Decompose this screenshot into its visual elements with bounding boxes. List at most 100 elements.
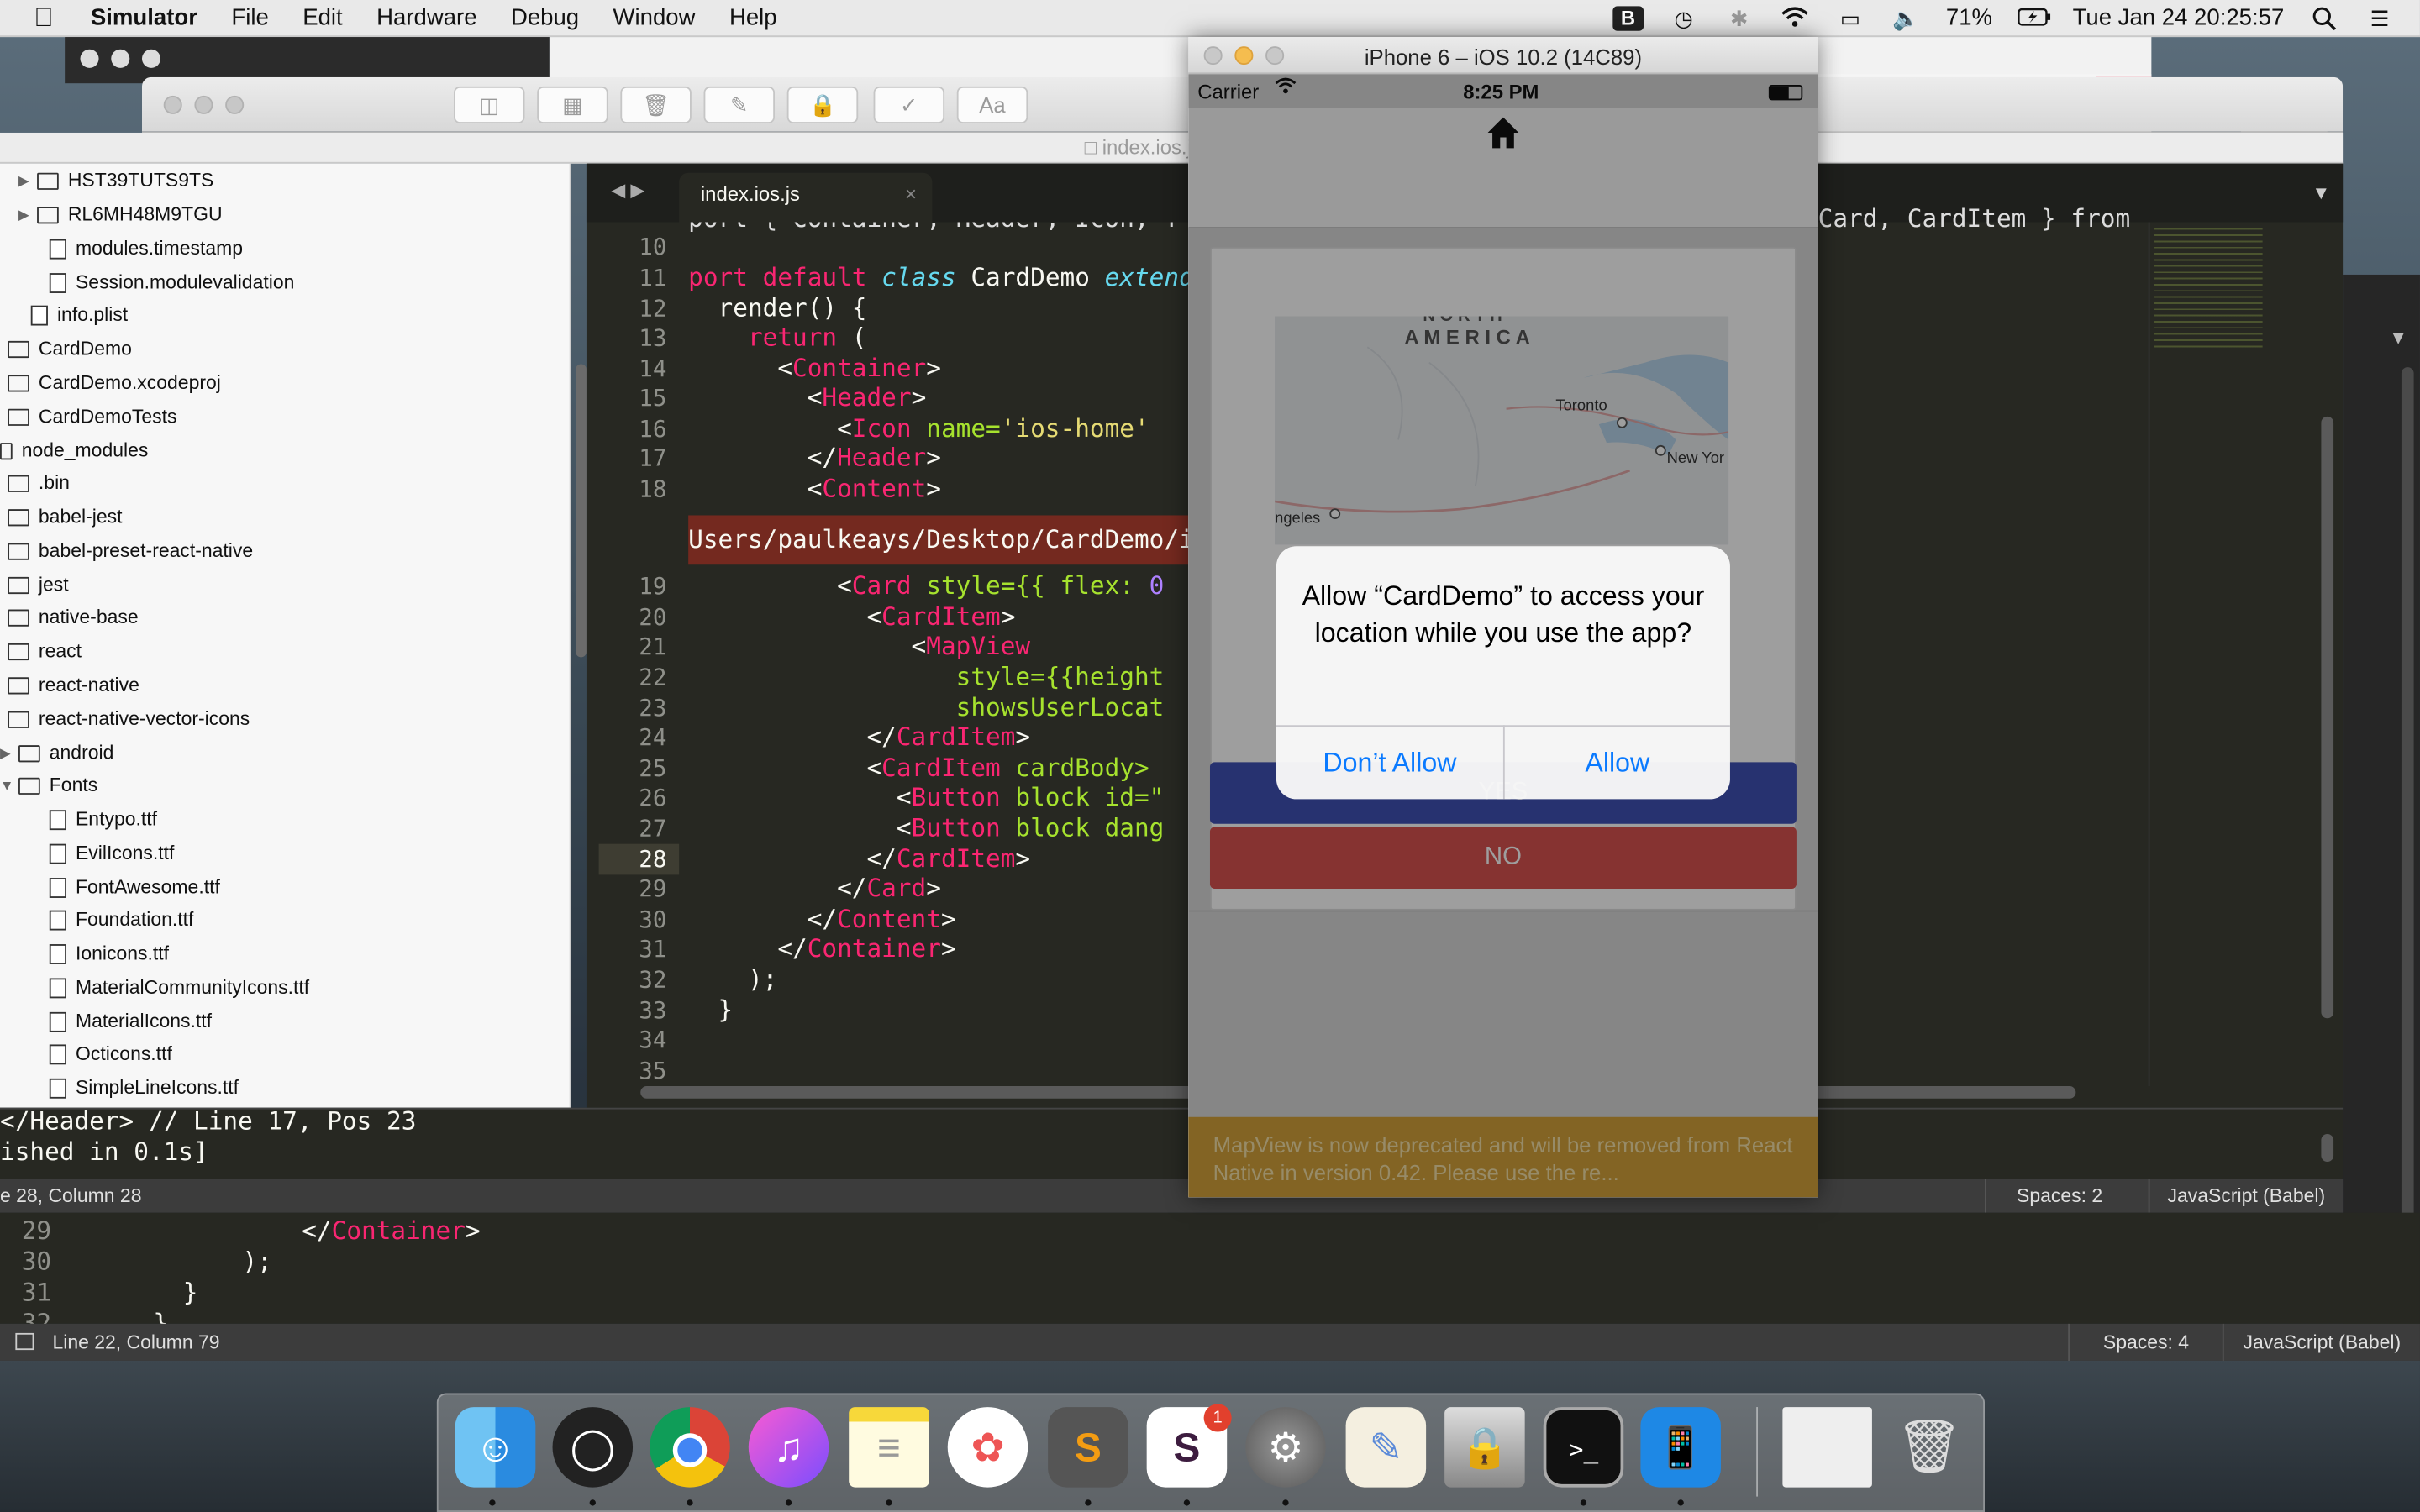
bbedit-icon[interactable]: B (1612, 5, 1644, 30)
sidebar-scrollbar[interactable] (576, 364, 587, 658)
sidebar-item[interactable]: Entypo.ttf (49, 804, 157, 835)
bluetooth-icon[interactable]: ✱ (1723, 5, 1754, 29)
menu-debug[interactable]: Debug (511, 5, 579, 31)
itunes-icon[interactable]: ♫ (748, 1407, 829, 1488)
notes-icon[interactable]: ≡ (849, 1407, 929, 1488)
close-window-button[interactable] (163, 95, 182, 114)
sidebar-item-label: native-base (38, 606, 139, 628)
sidebar-item[interactable]: native-base (8, 601, 139, 633)
sidebar-item[interactable]: FontAwesome.ttf (49, 872, 220, 903)
menu-help[interactable]: Help (729, 5, 777, 31)
zoom-window-button[interactable] (1265, 46, 1285, 66)
tab-nav-arrows-icon[interactable]: ◀ ▶ (611, 179, 644, 201)
sidebar-item[interactable]: ▶ HST39TUTS9TS (18, 165, 213, 197)
panel-toggle-icon[interactable] (15, 1332, 34, 1351)
dont-allow-button[interactable]: Don’t Allow (1276, 727, 1503, 799)
sidebar-item[interactable]: react-native-vector-icons (8, 704, 250, 735)
indentation-setting[interactable]: Spaces: 4 (2068, 1323, 2223, 1361)
sidebar-item[interactable]: ▶ android (0, 738, 113, 769)
editor-vertical-scrollbar[interactable] (2321, 416, 2334, 1019)
terminal-icon[interactable]: >_ (1543, 1407, 1624, 1488)
battery-charging-icon[interactable] (2017, 5, 2050, 29)
sidebar-item[interactable]: .bin (8, 468, 70, 499)
sidebar-item[interactable]: babel-jest (8, 501, 122, 533)
close-window-button[interactable] (1203, 46, 1223, 66)
finder-icon[interactable]: ☺ (455, 1407, 536, 1488)
console-scrollbar[interactable] (2321, 1133, 2334, 1163)
indentation-setting[interactable]: Spaces: 2 (1984, 1179, 2133, 1213)
lock-icon[interactable]: 🔒 (786, 86, 859, 123)
notification-center-icon[interactable]: ☰ (2365, 5, 2396, 29)
sidebar-item[interactable]: Octicons.ttf (49, 1038, 172, 1069)
running-indicator (489, 1499, 496, 1506)
xcode-simulator-icon[interactable]: 📱 (1640, 1407, 1721, 1488)
dropdown-icon[interactable]: ▼ (2389, 327, 2407, 349)
sidebar-item[interactable]: react (8, 636, 82, 667)
sidebar-item[interactable]: Ionicons.ttf (49, 938, 169, 969)
sidebar-item[interactable]: react-native (8, 669, 139, 701)
sidebar-item[interactable]: Session.modulevalidation (49, 267, 294, 298)
disclosure-arrow-icon[interactable]: ▼ (0, 778, 18, 793)
minimize-window-button[interactable] (1234, 46, 1254, 66)
syntax-selector[interactable]: JavaScript (Babel) (2222, 1323, 2420, 1361)
system-preferences-icon[interactable]: ⚙ (1245, 1407, 1326, 1488)
textedit-icon[interactable]: ✎ (1345, 1407, 1427, 1488)
clock[interactable]: Tue Jan 24 20:25:57 (2073, 5, 2285, 31)
spotlight-search-icon[interactable] (2309, 5, 2340, 30)
sidebar-toggle-icon[interactable]: ◫ (453, 86, 525, 123)
font-button[interactable]: Aa (956, 86, 1028, 123)
chrome-icon[interactable] (650, 1407, 730, 1488)
disclosure-arrow-icon[interactable]: ▶ (18, 206, 37, 223)
menu-window[interactable]: Window (613, 5, 696, 31)
menu-edit[interactable]: Edit (302, 5, 342, 31)
checkmark-icon[interactable]: ✓ (873, 86, 945, 123)
sidebar-item[interactable]: SimpleLineIcons.ttf (49, 1073, 239, 1104)
wifi-icon[interactable] (1780, 5, 1811, 29)
sidebar-item[interactable]: node_modules (0, 435, 148, 466)
zoom-window-button[interactable] (225, 95, 245, 114)
tab-index-ios-js[interactable]: index.ios.js × (679, 172, 933, 223)
apple-menu-icon[interactable]:  (34, 3, 53, 34)
preview-window-icon[interactable] (1782, 1407, 1872, 1488)
sidebar-item[interactable]: EvilIcons.ttf (49, 837, 174, 869)
sidebar-item[interactable]: jest (8, 570, 69, 601)
sidebar-item[interactable]: ▶ RL6MH48M9TGU (18, 199, 223, 230)
sidebar-item[interactable]: CardDemo (8, 333, 132, 365)
line-number: 29 (21, 1215, 52, 1246)
keychain-icon[interactable]: 🔒 (1444, 1407, 1525, 1488)
trash-icon[interactable]: 🗑 (1889, 1407, 1970, 1488)
grid-view-icon[interactable]: ▦ (537, 86, 608, 123)
sidebar-item[interactable]: babel-preset-react-native (8, 535, 253, 566)
photos-icon[interactable]: ✿ (947, 1407, 1028, 1488)
code-editor-secondary[interactable]: 29 30 31 32 </Container> ); } } (0, 1212, 2420, 1324)
code-text[interactable]: port { Container, Header, Icon, T port d… (688, 222, 1188, 1086)
time-machine-icon[interactable]: ◷ (1668, 5, 1699, 29)
sublime-text-icon[interactable]: S (1048, 1407, 1128, 1488)
disclosure-arrow-icon[interactable]: ▶ (0, 744, 18, 761)
allow-button[interactable]: Allow (1505, 727, 1730, 799)
syntax-selector[interactable]: JavaScript (Babel) (2148, 1179, 2343, 1213)
sidebar-item[interactable]: modules.timestamp (49, 233, 243, 264)
sidebar-item[interactable]: MaterialCommunityIcons.ttf (49, 972, 309, 1003)
font-file-icon (49, 809, 66, 830)
sidebar-item[interactable]: Foundation.ttf (49, 904, 194, 935)
volume-icon[interactable]: 🔈 (1891, 5, 1922, 29)
sidebar-item[interactable]: ▼ Fonts (0, 770, 97, 801)
edit-icon[interactable]: ✎ (703, 86, 776, 123)
folder-open-icon (8, 710, 29, 728)
tab-dropdown-icon[interactable]: ▼ (2312, 182, 2330, 204)
dashboard-icon[interactable]: ◯ (552, 1407, 634, 1488)
sidebar-item[interactable]: CardDemoTests (8, 402, 177, 433)
menu-file[interactable]: File (231, 5, 268, 31)
menu-app-name[interactable]: Simulator (91, 5, 197, 31)
menu-hardware[interactable]: Hardware (376, 5, 476, 31)
sidebar-item[interactable]: MaterialIcons.ttf (49, 1006, 212, 1037)
close-tab-icon[interactable]: × (905, 182, 917, 206)
sidebar-item[interactable]: info.plist (30, 299, 128, 330)
disclosure-arrow-icon[interactable]: ▶ (18, 172, 37, 189)
line-number: 16 (639, 415, 667, 444)
sidebar-item[interactable]: CardDemo.xcodeproj (8, 367, 221, 398)
minimize-window-button[interactable] (194, 95, 213, 114)
airplay-icon[interactable]: ▭ (1835, 5, 1866, 29)
trash-icon[interactable]: 🗑 (620, 86, 692, 123)
